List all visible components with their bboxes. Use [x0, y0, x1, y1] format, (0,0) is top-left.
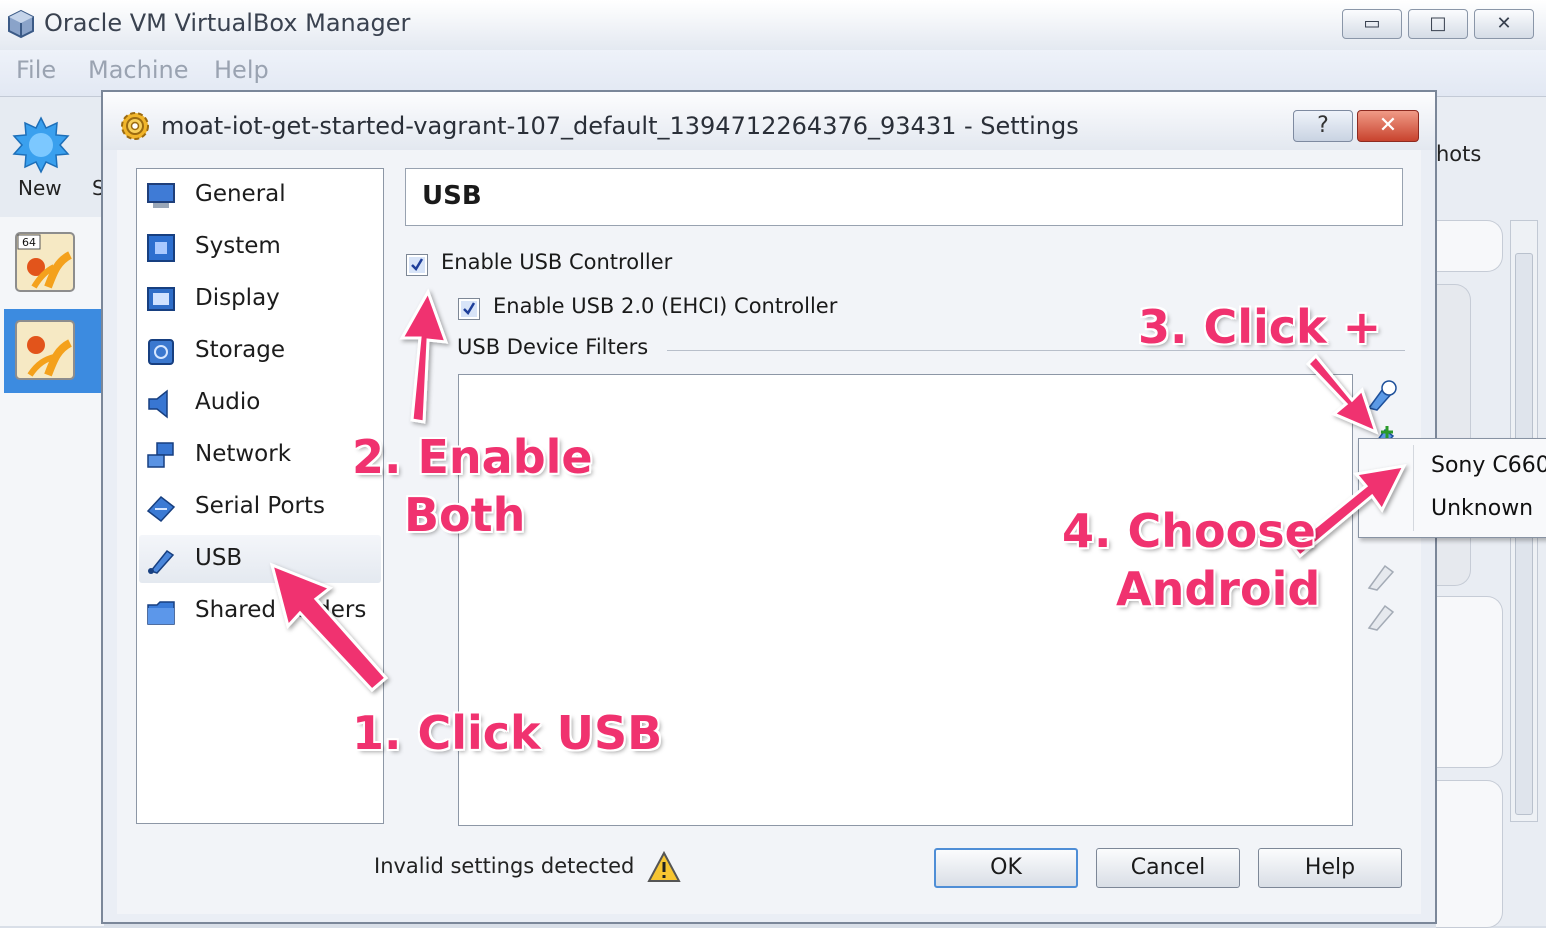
nav-label: Serial Ports: [195, 493, 325, 519]
motherboard-icon: [147, 234, 175, 262]
virtualbox-logo-icon: [8, 9, 34, 39]
vm-ubuntu-icon: [15, 320, 75, 380]
enable-usb-checkbox[interactable]: [406, 254, 428, 276]
nav-label: USB: [195, 545, 243, 571]
nav-item-system[interactable]: System: [139, 223, 381, 271]
display-icon: [147, 287, 175, 311]
vm-list: 64: [0, 217, 104, 926]
serial-port-icon: [146, 495, 176, 523]
storage-icon: [148, 339, 174, 365]
close-main-button[interactable]: ✕: [1474, 9, 1534, 39]
dialog-title: moat-iot-get-started-vagrant-107_default…: [161, 112, 1079, 140]
details-panel: [1436, 220, 1503, 272]
nav-label: Shared Folders: [195, 597, 367, 623]
new-button-label[interactable]: New: [18, 176, 62, 200]
cancel-button[interactable]: Cancel: [1096, 848, 1240, 888]
section-title: USB: [422, 181, 482, 211]
menu-machine[interactable]: Machine: [88, 56, 188, 84]
menu-item-unknown-device[interactable]: Unknown: [1431, 496, 1533, 521]
annotation-step2-line2: Both: [404, 488, 526, 542]
nav-item-serial-ports[interactable]: Serial Ports: [139, 483, 381, 531]
nav-item-usb[interactable]: USB: [139, 535, 381, 583]
help-button[interactable]: Help: [1258, 848, 1402, 888]
new-vm-icon[interactable]: [12, 116, 70, 174]
dialog-close-button[interactable]: ✕: [1357, 110, 1419, 142]
monitor-icon: [147, 183, 175, 208]
vm-list-item[interactable]: 64: [4, 221, 104, 305]
enable-usb2-checkbox[interactable]: [458, 298, 480, 320]
nav-label: System: [195, 233, 281, 259]
nav-item-network[interactable]: Network: [139, 431, 381, 479]
menu-separator: [1413, 445, 1414, 531]
usb-filters-label: USB Device Filters: [457, 335, 649, 359]
vm-list-item-selected[interactable]: [4, 309, 104, 393]
dialog-title-bar: moat-iot-get-started-vagrant-107_default…: [103, 92, 1435, 150]
annotation-step3: 3. Click +: [1138, 300, 1382, 354]
details-panel: [1436, 780, 1503, 928]
settings-gear-icon: [121, 112, 149, 140]
usb-icon: [148, 549, 175, 574]
nav-label: Storage: [195, 337, 285, 363]
usb-device-menu: Sony C660 Unknown: [1358, 438, 1546, 538]
ok-button[interactable]: OK: [934, 848, 1078, 888]
nav-label: Audio: [195, 389, 261, 415]
nav-label: Display: [195, 285, 280, 311]
settings-category-list: General System Display Storage Audio Net…: [136, 168, 384, 824]
annotation-step4-line2: Android: [1116, 562, 1321, 616]
maximize-button[interactable]: □: [1408, 9, 1468, 39]
snapshots-tab-partial[interactable]: hots: [1436, 142, 1481, 166]
main-window-title: Oracle VM VirtualBox Manager: [44, 9, 411, 37]
invalid-settings-label: Invalid settings detected: [374, 854, 635, 878]
menu-item-sony-device[interactable]: Sony C660: [1431, 453, 1546, 478]
speaker-icon: [148, 389, 168, 419]
section-header: USB: [405, 168, 1403, 226]
menu-file[interactable]: File: [16, 56, 56, 84]
details-panel: [1436, 596, 1503, 768]
add-empty-filter-icon[interactable]: [1365, 378, 1399, 412]
annotation-step1: 1. Click USB: [352, 706, 663, 760]
nav-item-shared-folders[interactable]: Shared Folders: [139, 587, 381, 635]
move-filter-up-icon: [1367, 604, 1395, 631]
annotation-step4-line1: 4. Choose: [1062, 504, 1316, 558]
nav-item-display[interactable]: Display: [139, 275, 381, 323]
preview-panel: [1436, 284, 1471, 586]
warning-icon[interactable]: [647, 850, 681, 884]
enable-usb-label[interactable]: Enable USB Controller: [441, 250, 672, 274]
nav-label: General: [195, 181, 286, 207]
nav-label: Network: [195, 441, 292, 467]
menu-help[interactable]: Help: [214, 56, 269, 84]
main-title-bar: Oracle VM VirtualBox Manager ▭ □ ✕: [0, 0, 1546, 50]
enable-usb2-label[interactable]: Enable USB 2.0 (EHCI) Controller: [493, 294, 837, 318]
checkmark-icon: [409, 257, 425, 273]
folder-icon: [147, 601, 175, 625]
annotation-step2-line1: 2. Enable: [352, 430, 593, 484]
edit-filter-icon: [1367, 564, 1395, 591]
dialog-help-button[interactable]: ?: [1293, 110, 1353, 142]
nav-item-audio[interactable]: Audio: [139, 379, 381, 427]
nav-item-storage[interactable]: Storage: [139, 327, 381, 375]
vm-ubuntu-64-icon: 64: [15, 232, 75, 292]
minimize-button[interactable]: ▭: [1342, 9, 1402, 39]
network-icon: [147, 442, 174, 468]
checkmark-icon: [461, 301, 477, 317]
vm-64-badge: 64: [22, 236, 36, 249]
nav-item-general[interactable]: General: [139, 171, 381, 219]
